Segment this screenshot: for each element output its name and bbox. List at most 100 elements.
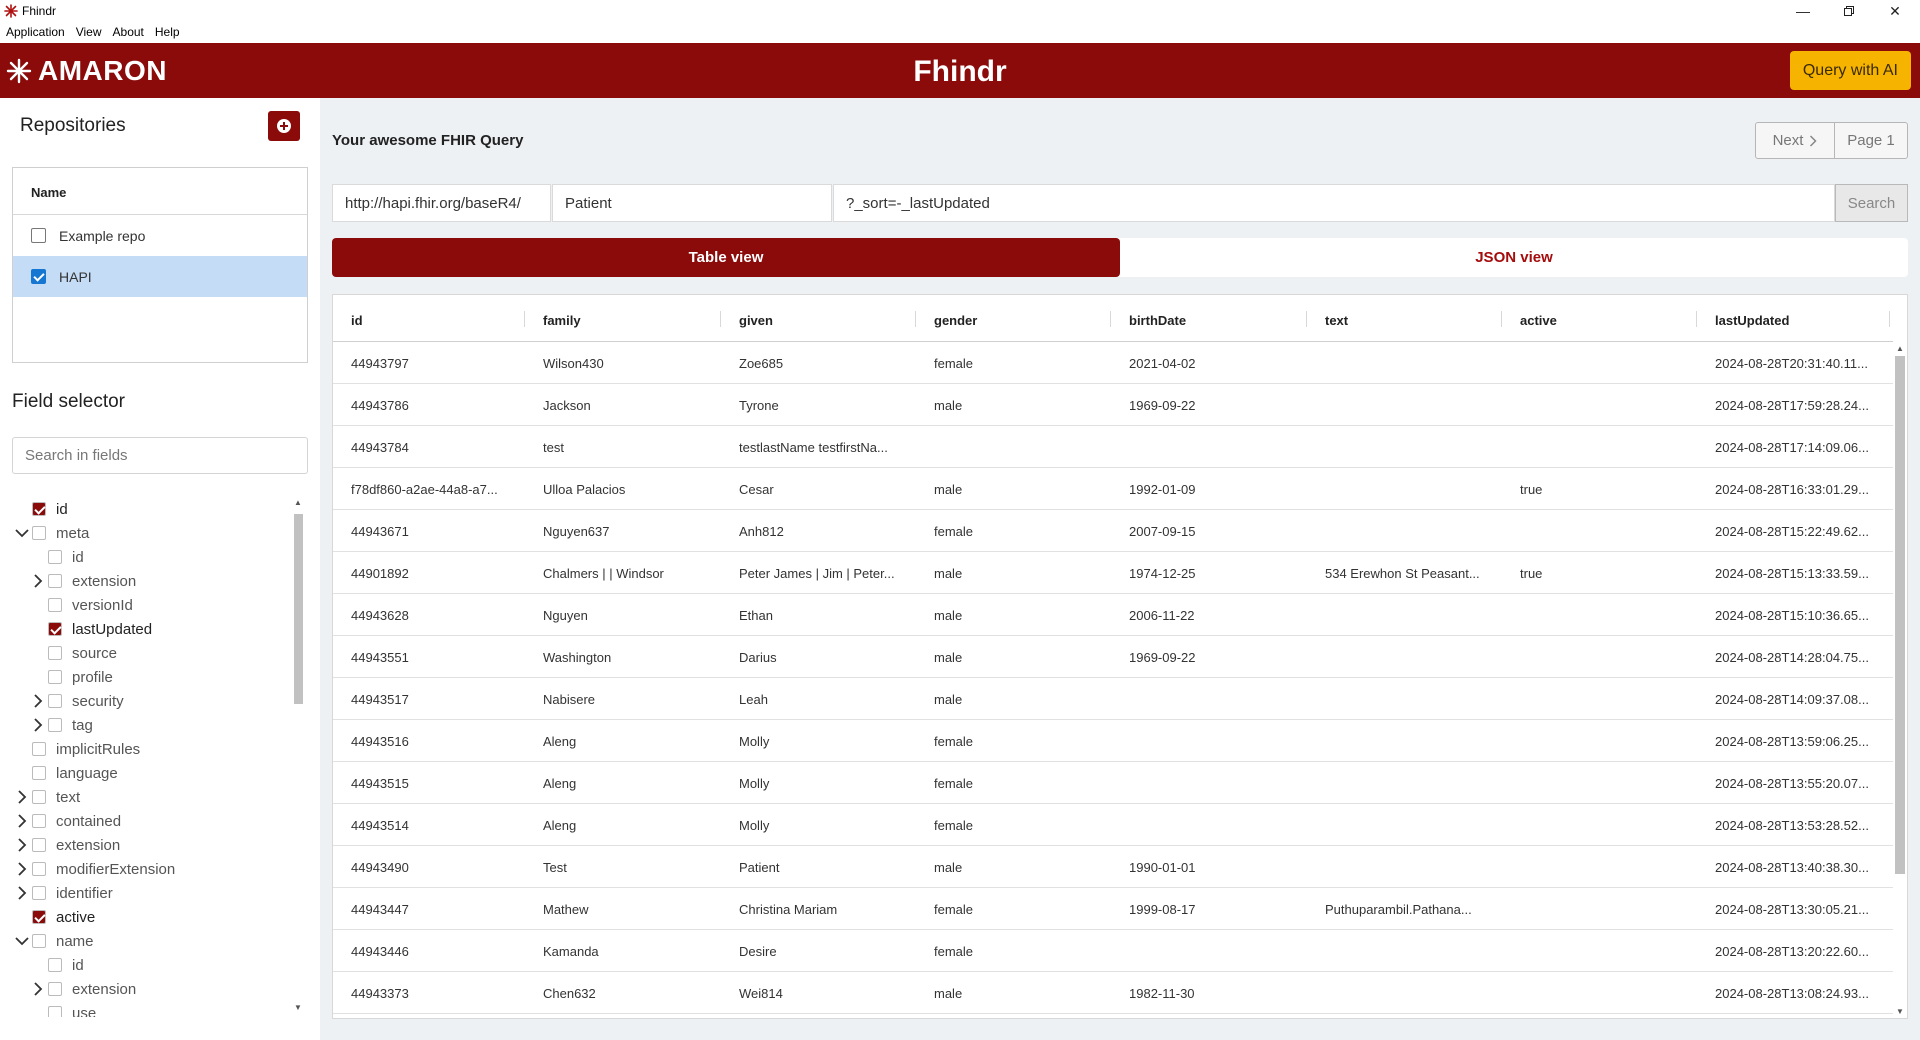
column-header-text[interactable]: text xyxy=(1307,295,1502,341)
field-tree-item[interactable]: text xyxy=(14,785,80,809)
field-tree-item[interactable]: id xyxy=(30,545,84,569)
repository-row-example[interactable]: Example repo xyxy=(13,215,307,256)
field-tree-item[interactable]: versionId xyxy=(30,593,133,617)
field-tree-item[interactable]: identifier xyxy=(14,881,113,905)
field-checkbox[interactable] xyxy=(32,838,46,852)
column-header-family[interactable]: family xyxy=(525,295,721,341)
chevron-right-icon[interactable] xyxy=(14,789,30,805)
table-row[interactable]: 44943514 Aleng Molly female 2024-08-28T13:53… xyxy=(333,804,1893,846)
repository-row-hapi[interactable]: HAPI xyxy=(13,256,307,297)
tab-json-view[interactable]: JSON view xyxy=(1120,238,1908,277)
field-tree-item[interactable]: extension xyxy=(30,569,136,593)
field-checkbox[interactable] xyxy=(48,718,62,732)
chevron-down-icon[interactable] xyxy=(14,933,30,949)
search-button[interactable]: Search xyxy=(1835,184,1908,222)
field-checkbox[interactable] xyxy=(48,958,62,972)
field-checkbox[interactable] xyxy=(48,574,62,588)
field-tree-item[interactable]: use xyxy=(30,1001,96,1017)
field-checkbox[interactable] xyxy=(32,862,46,876)
scroll-down-arrow-icon[interactable]: ▼ xyxy=(1895,1007,1905,1016)
field-checkbox[interactable] xyxy=(32,814,46,828)
menu-help[interactable]: Help xyxy=(155,22,187,43)
table-row[interactable]: 44943516 Aleng Molly female 2024-08-28T13:59… xyxy=(333,720,1893,762)
add-repository-button[interactable] xyxy=(268,111,300,141)
repository-checkbox[interactable] xyxy=(31,228,46,243)
table-row[interactable]: 44943446 Kamanda Desire female 2024-08-28T13… xyxy=(333,930,1893,972)
table-row[interactable]: f78df860-a2ae-44a8-a7... Ulloa Palacios Ce… xyxy=(333,468,1893,510)
column-separator[interactable] xyxy=(915,311,916,327)
next-page-button[interactable]: Next xyxy=(1756,123,1835,158)
column-separator[interactable] xyxy=(524,311,525,327)
results-scrollbar[interactable]: ▲ ▼ xyxy=(1892,342,1907,1018)
chevron-down-icon[interactable] xyxy=(14,525,30,541)
column-header-gender[interactable]: gender xyxy=(916,295,1111,341)
table-row[interactable]: 44901892 Chalmers | | Windsor Peter James … xyxy=(333,552,1893,594)
chevron-right-icon[interactable] xyxy=(14,813,30,829)
field-tree-item[interactable]: contained xyxy=(14,809,121,833)
repository-checkbox[interactable] xyxy=(31,269,46,284)
field-checkbox[interactable] xyxy=(48,550,62,564)
table-row[interactable]: 44943490 Test Patient male 1990-01-01 2024-08… xyxy=(333,846,1893,888)
chevron-right-icon[interactable] xyxy=(14,837,30,853)
table-row[interactable]: 44943373 Chen632 Wei814 male 1982-11-30 2024-… xyxy=(333,972,1893,1014)
menu-application[interactable]: Application xyxy=(6,22,72,43)
menu-about[interactable]: About xyxy=(113,22,151,43)
resource-input[interactable] xyxy=(552,184,832,222)
close-button[interactable]: ✕ xyxy=(1872,0,1918,22)
column-separator[interactable] xyxy=(1889,311,1890,327)
chevron-right-icon[interactable] xyxy=(30,717,46,733)
params-input[interactable] xyxy=(833,184,1835,222)
scroll-up-arrow-icon[interactable]: ▲ xyxy=(1895,344,1905,353)
tab-table-view[interactable]: Table view xyxy=(332,238,1120,277)
column-separator[interactable] xyxy=(1306,311,1307,327)
column-header-birthDate[interactable]: birthDate xyxy=(1111,295,1307,341)
field-checkbox[interactable] xyxy=(32,526,46,540)
field-checkbox[interactable] xyxy=(32,790,46,804)
table-row[interactable]: 44943671 Nguyen637 Anh812 female 2007-09-15 2… xyxy=(333,510,1893,552)
table-row[interactable]: 44943517 Nabisere Leah male 2024-08-28T14:09… xyxy=(333,678,1893,720)
table-row[interactable]: 44943786 Jackson Tyrone male 1969-09-22 2024-… xyxy=(333,384,1893,426)
column-header-given[interactable]: given xyxy=(721,295,916,341)
table-row[interactable]: 44943447 Mathew Christina Mariam female 1999… xyxy=(333,888,1893,930)
field-tree-item[interactable]: lastUpdated xyxy=(30,617,152,641)
field-checkbox[interactable] xyxy=(48,646,62,660)
minimize-button[interactable]: — xyxy=(1780,0,1826,22)
table-row[interactable]: 44943628 Nguyen Ethan male 2006-11-22 2024-08… xyxy=(333,594,1893,636)
field-tree-item[interactable]: id xyxy=(14,497,68,521)
field-checkbox[interactable] xyxy=(48,694,62,708)
column-separator[interactable] xyxy=(1501,311,1502,327)
field-tree-item[interactable]: active xyxy=(14,905,95,929)
field-search-input[interactable] xyxy=(12,437,308,474)
chevron-right-icon[interactable] xyxy=(14,861,30,877)
field-checkbox[interactable] xyxy=(48,982,62,996)
chevron-right-icon[interactable] xyxy=(30,981,46,997)
column-separator[interactable] xyxy=(1110,311,1111,327)
column-separator[interactable] xyxy=(1696,311,1697,327)
query-with-ai-button[interactable]: Query with AI xyxy=(1789,51,1911,90)
scrollbar-thumb[interactable] xyxy=(1895,356,1905,874)
field-checkbox[interactable] xyxy=(32,742,46,756)
table-row[interactable]: 44943551 Washington Darius male 1969-09-22 20… xyxy=(333,636,1893,678)
field-tree-item[interactable]: profile xyxy=(30,665,113,689)
menu-view[interactable]: View xyxy=(76,22,109,43)
scroll-down-arrow-icon[interactable]: ▼ xyxy=(293,1003,303,1013)
chevron-right-icon[interactable] xyxy=(30,693,46,709)
field-tree-item[interactable]: language xyxy=(14,761,118,785)
field-checkbox[interactable] xyxy=(32,934,46,948)
field-tree-item[interactable]: extension xyxy=(30,977,136,1001)
chevron-right-icon[interactable] xyxy=(14,885,30,901)
field-tree-item[interactable]: security xyxy=(30,689,124,713)
field-tree-item[interactable]: implicitRules xyxy=(14,737,140,761)
field-tree-item[interactable]: tag xyxy=(30,713,93,737)
field-checkbox[interactable] xyxy=(48,598,62,612)
field-tree-item[interactable]: id xyxy=(30,953,84,977)
table-row[interactable]: 44943797 Wilson430 Zoe685 female 2021-04-02 2… xyxy=(333,342,1893,384)
field-tree-item[interactable]: name xyxy=(14,929,94,953)
column-separator[interactable] xyxy=(720,311,721,327)
base-url-input[interactable] xyxy=(332,184,551,222)
chevron-right-icon[interactable] xyxy=(30,573,46,589)
column-header-id[interactable]: id xyxy=(333,295,525,341)
column-header-lastUpdated[interactable]: lastUpdated xyxy=(1697,295,1893,341)
field-tree-scrollbar[interactable]: ▲ ▼ xyxy=(292,498,304,1013)
field-checkbox[interactable] xyxy=(48,670,62,684)
